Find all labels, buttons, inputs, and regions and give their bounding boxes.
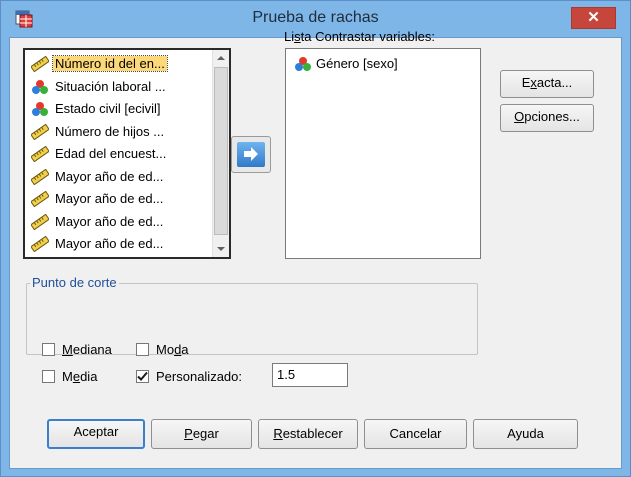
- nominal-balls-icon: [31, 79, 49, 95]
- btn-mnemonic: R: [273, 426, 283, 441]
- scale-ruler-icon: [30, 213, 50, 230]
- source-variable-list[interactable]: Número id del en... Situación laboral ...…: [23, 48, 231, 259]
- media-checkbox[interactable]: [42, 370, 55, 383]
- checkmark-icon: [137, 371, 148, 381]
- btn-text: egar: [192, 426, 219, 441]
- scroll-thumb[interactable]: [214, 67, 228, 235]
- list-item-label: Mayor año de ed...: [55, 236, 164, 251]
- moda-checkbox[interactable]: [136, 343, 149, 356]
- list-item-label: Género [sexo]: [316, 56, 398, 71]
- label-part: a: [181, 342, 189, 357]
- nominal-balls-icon: [294, 56, 312, 72]
- btn-text: acta...: [536, 75, 573, 90]
- personalizado-label[interactable]: Personalizado:: [156, 369, 242, 384]
- list-item[interactable]: Estado civil [ecivil]: [27, 98, 199, 121]
- btn-mnemonic: O: [514, 109, 525, 124]
- list-item[interactable]: Mayor año de ed...: [27, 166, 199, 189]
- pegar-button[interactable]: Pegar: [151, 419, 252, 449]
- chevron-up-icon: [217, 56, 225, 60]
- btn-text: pciones...: [524, 109, 580, 124]
- dialog-title: Prueba de rachas: [252, 9, 379, 26]
- list-item-label: Mayor año de ed...: [55, 191, 164, 206]
- list-item[interactable]: Mayor año de ed...: [27, 233, 199, 256]
- label-mnemonic: e: [72, 369, 81, 384]
- move-variable-button[interactable]: [231, 136, 271, 173]
- moda-label[interactable]: Moda: [156, 342, 189, 357]
- close-icon: ✕: [587, 9, 600, 26]
- list-item-label: Edad del encuest...: [55, 146, 167, 161]
- mediana-label[interactable]: Mediana: [62, 342, 112, 357]
- list-item[interactable]: Número de hijos ...: [27, 121, 199, 144]
- list-item[interactable]: Número id del en...: [27, 53, 199, 76]
- chevron-down-icon: [217, 247, 225, 251]
- arrow-right-icon: [244, 147, 258, 161]
- cancelar-button[interactable]: Cancelar: [364, 419, 467, 449]
- ayuda-button[interactable]: Ayuda: [473, 419, 578, 449]
- vertical-scrollbar[interactable]: [212, 50, 229, 257]
- opciones-button[interactable]: Opciones...: [500, 104, 594, 132]
- scale-ruler-icon: [30, 235, 50, 253]
- label-part: Li: [284, 29, 295, 44]
- aceptar-button[interactable]: Aceptar: [47, 419, 145, 449]
- media-label[interactable]: Media: [62, 369, 97, 384]
- btn-text: establecer: [282, 426, 343, 441]
- exacta-button[interactable]: Exacta...: [500, 70, 594, 98]
- scroll-down-button[interactable]: [213, 241, 229, 257]
- list-item[interactable]: Mayor año de ed...: [27, 211, 199, 234]
- list-item-label: Situación laboral ...: [55, 78, 166, 94]
- label-part: Mo: [156, 342, 175, 357]
- list-item-label: Mayor año de ed...: [55, 213, 164, 229]
- label-part: ediana: [72, 342, 112, 357]
- label-mnemonic: M: [62, 342, 73, 357]
- list-item[interactable]: Situación laboral ...: [27, 76, 199, 99]
- list-item-label: Estado civil [ecivil]: [55, 101, 161, 116]
- scale-ruler-icon: [30, 123, 50, 140]
- scale-ruler-icon: [30, 168, 50, 185]
- scale-ruler-icon: [30, 55, 50, 73]
- restablecer-button[interactable]: Restablecer: [258, 419, 358, 449]
- scale-ruler-icon: [30, 145, 50, 163]
- scroll-up-button[interactable]: [213, 50, 229, 66]
- mediana-checkbox[interactable]: [42, 343, 55, 356]
- list-item-label: Número de hijos ...: [55, 123, 165, 139]
- list-item-label: Número id del en...: [52, 55, 168, 72]
- list-item-label: Mayor año de ed...: [55, 168, 164, 184]
- list-item[interactable]: Edad del encuest...: [27, 143, 199, 166]
- close-button[interactable]: ✕: [571, 7, 616, 29]
- source-list-items: Número id del en... Situación laboral ...…: [27, 53, 199, 256]
- test-variable-list[interactable]: Género [sexo]: [285, 48, 481, 259]
- personalizado-value-input[interactable]: 1.5: [272, 363, 348, 387]
- cut-point-legend: Punto de corte: [30, 275, 119, 290]
- personalizado-checkbox[interactable]: [136, 370, 149, 383]
- list-item[interactable]: Género [sexo]: [294, 54, 398, 74]
- label-part: ta Contrastar variables:: [300, 29, 436, 44]
- label-part: dia: [80, 369, 98, 384]
- btn-mnemonic: P: [184, 426, 193, 441]
- list-item[interactable]: Mayor año de ed...: [27, 188, 199, 211]
- label-part: M: [62, 369, 73, 384]
- nominal-balls-icon: [31, 101, 49, 117]
- target-list-label: Lista Contrastar variables:: [284, 29, 435, 44]
- scale-ruler-icon: [30, 190, 50, 208]
